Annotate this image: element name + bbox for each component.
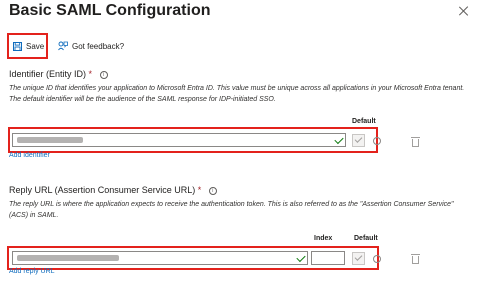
reply-url-default-checkbox[interactable] bbox=[352, 252, 365, 265]
feedback-icon bbox=[58, 41, 68, 51]
reply-url-index-header: Index bbox=[314, 235, 333, 242]
reply-url-section-title: Reply URL (Assertion Consumer Service UR… bbox=[9, 185, 217, 195]
feedback-button[interactable]: Got feedback? bbox=[58, 33, 124, 59]
delete-icon[interactable] bbox=[411, 254, 420, 264]
identifier-default-header: Default bbox=[352, 118, 376, 125]
required-marker: * bbox=[88, 69, 93, 79]
identifier-default-checkbox[interactable] bbox=[352, 134, 365, 147]
save-button[interactable]: Save bbox=[7, 33, 48, 59]
checkmark-icon bbox=[354, 253, 363, 261]
reply-url-default-header: Default bbox=[354, 235, 378, 242]
reply-url-index-input[interactable] bbox=[311, 251, 345, 265]
checkmark-icon bbox=[334, 134, 344, 145]
redacted-value bbox=[17, 255, 119, 261]
identifier-title: Identifier (Entity ID) bbox=[9, 69, 87, 79]
add-identifier-link[interactable]: Add identifier bbox=[9, 152, 50, 159]
required-marker: * bbox=[197, 185, 202, 195]
reply-url-description: The reply URL is where the application e… bbox=[9, 201, 454, 219]
save-icon bbox=[13, 41, 22, 51]
identifier-input[interactable] bbox=[12, 133, 346, 147]
feedback-label: Got feedback? bbox=[72, 41, 125, 51]
redacted-value bbox=[17, 137, 83, 143]
checkmark-icon bbox=[296, 252, 306, 263]
reply-url-title: Reply URL (Assertion Consumer Service UR… bbox=[9, 185, 196, 195]
checkmark-icon bbox=[354, 135, 363, 143]
panel-title: Basic SAML Configuration bbox=[9, 2, 211, 19]
info-icon[interactable]: i bbox=[99, 70, 108, 79]
delete-icon[interactable] bbox=[411, 137, 420, 147]
toolbar: Save Got feedback? bbox=[0, 32, 480, 62]
reply-url-input[interactable] bbox=[12, 251, 308, 265]
close-icon[interactable] bbox=[459, 6, 469, 16]
save-label: Save bbox=[26, 41, 45, 51]
info-icon[interactable]: i bbox=[208, 186, 217, 195]
more-icon bbox=[373, 137, 381, 145]
identifier-description: The unique ID that identifies your appli… bbox=[9, 85, 465, 103]
more-icon bbox=[373, 255, 381, 263]
add-reply-url-link[interactable]: Add reply URL bbox=[9, 268, 55, 275]
identifier-section-title: Identifier (Entity ID) * i bbox=[9, 69, 108, 79]
